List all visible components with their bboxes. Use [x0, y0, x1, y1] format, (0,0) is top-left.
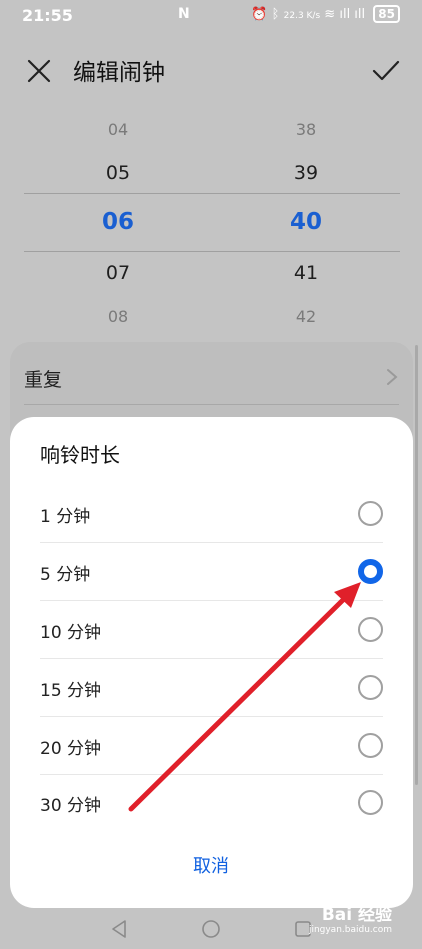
- radio-button[interactable]: [358, 790, 383, 815]
- minute-item[interactable]: 41: [256, 262, 356, 284]
- option-label: 5 分钟: [40, 565, 91, 585]
- option-30-min[interactable]: 30 分钟: [40, 774, 383, 832]
- repeat-label[interactable]: 重复: [24, 365, 62, 392]
- wifi-icon: ≋: [324, 7, 336, 22]
- status-time: 21:55: [22, 6, 73, 25]
- battery-icon: 85: [373, 5, 400, 23]
- option-label: 20 分钟: [40, 739, 102, 759]
- net-speed: 22.3 K/s: [283, 11, 321, 21]
- option-15-min[interactable]: 15 分钟: [40, 659, 383, 717]
- hour-item[interactable]: 08: [68, 307, 168, 326]
- minute-selected[interactable]: 40: [256, 209, 356, 235]
- alarm-icon: ⏰: [251, 7, 268, 22]
- option-20-min[interactable]: 20 分钟: [40, 717, 383, 775]
- minute-item[interactable]: 38: [256, 120, 356, 139]
- option-label: 30 分钟: [40, 796, 102, 816]
- chevron-right-icon: [387, 369, 398, 385]
- option-5-min[interactable]: 5 分钟: [40, 543, 383, 601]
- watermark-brand: Bai 经验: [321, 905, 392, 925]
- minute-item[interactable]: 42: [256, 307, 356, 326]
- check-icon[interactable]: [372, 58, 400, 84]
- radio-button[interactable]: [358, 675, 383, 700]
- picker-divider: [24, 193, 400, 194]
- hour-selected[interactable]: 06: [68, 209, 168, 235]
- nfc-icon: N: [178, 6, 190, 22]
- back-icon[interactable]: [110, 919, 128, 939]
- radio-button[interactable]: [358, 617, 383, 642]
- scrollbar[interactable]: [415, 345, 418, 785]
- settings-divider: [24, 404, 399, 405]
- picker-divider: [24, 251, 400, 252]
- ring-duration-dialog: 响铃时长 1 分钟 5 分钟 10 分钟 15 分钟 20 分钟 30 分钟 取…: [10, 417, 413, 908]
- time-picker: 04 05 06 07 08 38 39 40 41 42: [0, 110, 422, 335]
- radio-button-selected[interactable]: [358, 559, 383, 584]
- status-bar: 21:55 N ⏰ ᛒ 22.3 K/s ≋ ıll ıll 85: [0, 0, 422, 32]
- option-label: 10 分钟: [40, 623, 102, 643]
- watermark: Bai 经验 jingyan.baidu.com: [309, 900, 392, 935]
- option-label: 15 分钟: [40, 681, 102, 701]
- radio-button[interactable]: [358, 501, 383, 526]
- hour-item[interactable]: 05: [68, 162, 168, 184]
- bluetooth-icon: ᛒ: [271, 7, 280, 22]
- hour-item[interactable]: 04: [68, 120, 168, 139]
- option-10-min[interactable]: 10 分钟: [40, 601, 383, 659]
- minute-item[interactable]: 39: [256, 162, 356, 184]
- home-icon[interactable]: [201, 919, 221, 939]
- option-1-min[interactable]: 1 分钟: [40, 485, 383, 543]
- option-label: 1 分钟: [40, 507, 91, 527]
- radio-button[interactable]: [358, 733, 383, 758]
- close-icon[interactable]: [26, 58, 52, 84]
- status-icons: ⏰ ᛒ 22.3 K/s ≋ ıll ıll 85: [251, 5, 400, 23]
- dialog-title: 响铃时长: [40, 443, 120, 467]
- watermark-url: jingyan.baidu.com: [308, 925, 392, 935]
- navigation-bar: Bai 经验 jingyan.baidu.com: [0, 905, 422, 949]
- top-bar: 编辑闹钟: [0, 50, 422, 90]
- signal-icon: ıll ıll: [339, 7, 366, 22]
- hour-item[interactable]: 07: [68, 262, 168, 284]
- page-title: 编辑闹钟: [73, 60, 165, 86]
- cancel-button[interactable]: 取消: [161, 852, 261, 878]
